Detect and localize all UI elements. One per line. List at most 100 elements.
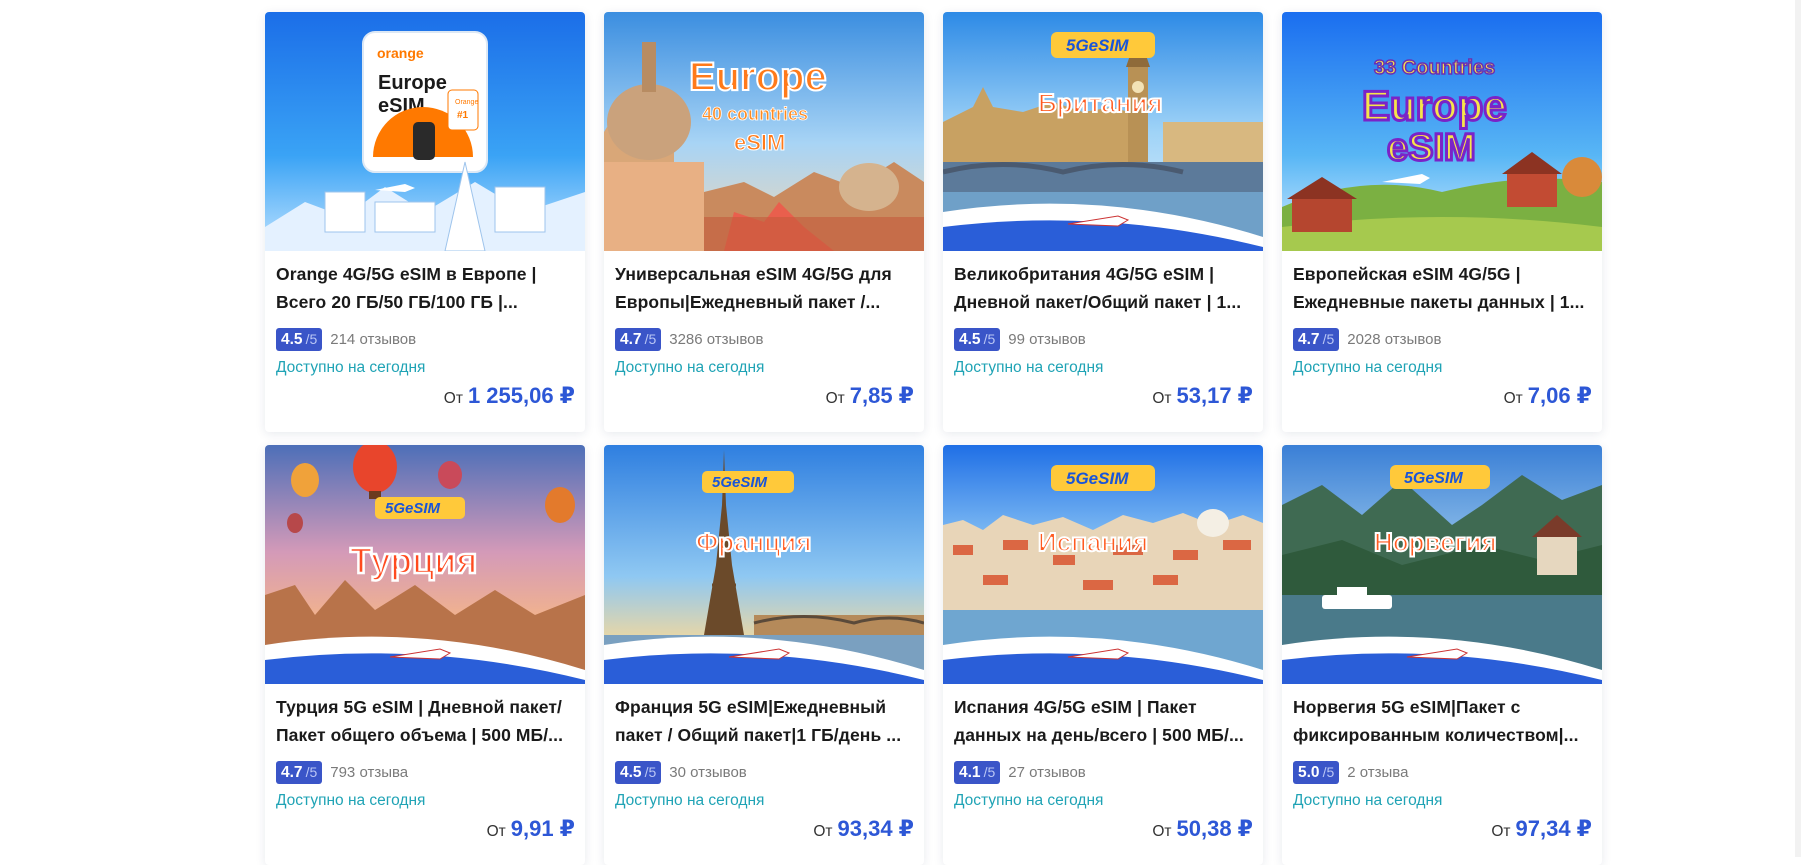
orange-europe-banner-image: orange Europe eSIM Orange #1 bbox=[265, 12, 585, 251]
rating-value: 4.7 bbox=[281, 763, 303, 781]
product-title[interactable]: Универсальная eSIM 4G/5G для Европы|Ежед… bbox=[615, 261, 914, 316]
europe-33-banner-image: 33 Countries Europe eSIM bbox=[1282, 12, 1602, 251]
product-card-europe-40[interactable]: Europe 40 countries eSIM Универсальная e… bbox=[604, 12, 924, 432]
review-count: 30 отзывов bbox=[669, 763, 747, 781]
rating-value: 4.5 bbox=[959, 330, 981, 348]
rating-badge: 4.5 /5 bbox=[615, 760, 662, 784]
rating-row: 4.1 /5 27 отзывов bbox=[954, 759, 1253, 785]
product-card-turkey[interactable]: 5GeSIM Турция Турция 5G eSIM | Дневной п… bbox=[265, 445, 585, 865]
availability-label: Доступно на сегодня bbox=[615, 792, 765, 809]
rating-row: 4.5 /5 214 отзывов bbox=[276, 326, 575, 352]
price-value: 93,34 ₽ bbox=[837, 816, 914, 841]
product-title[interactable]: Великобритания 4G/5G eSIM | Дневной паке… bbox=[954, 261, 1253, 316]
product-title[interactable]: Норвегия 5G eSIM|Пакет с фиксированным к… bbox=[1293, 694, 1592, 749]
svg-text:Europe: Europe bbox=[378, 72, 447, 94]
product-image[interactable]: orange Europe eSIM Orange #1 bbox=[265, 12, 585, 251]
rating-max: /5 bbox=[305, 763, 318, 780]
norway-banner-image: 5GeSIM Норвегия bbox=[1282, 445, 1602, 684]
price-prefix: От bbox=[1503, 390, 1523, 407]
product-grid: orange Europe eSIM Orange #1 Orange 4G/5… bbox=[265, 12, 1602, 865]
product-card-spain[interactable]: 5GeSIM Испания Испания 4G/5G eSIM | Паке… bbox=[943, 445, 1263, 865]
rating-row: 4.7 /5 3286 отзывов bbox=[615, 326, 914, 352]
product-image[interactable]: 5GeSIM Норвегия bbox=[1282, 445, 1602, 684]
availability-label: Доступно на сегодня bbox=[1293, 792, 1443, 809]
price-value: 7,06 ₽ bbox=[1527, 383, 1592, 408]
availability-label: Доступно на сегодня bbox=[276, 359, 426, 376]
price-row: От 97,34 ₽ bbox=[1491, 816, 1592, 842]
rating-value: 5.0 bbox=[1298, 763, 1320, 781]
price-prefix: От bbox=[1491, 823, 1511, 840]
price-value: 9,91 ₽ bbox=[510, 816, 575, 841]
product-image[interactable]: Europe 40 countries eSIM bbox=[604, 12, 924, 251]
product-image[interactable]: 5GeSIM Франция bbox=[604, 445, 924, 684]
price-prefix: От bbox=[1152, 823, 1172, 840]
availability-label: Доступно на сегодня bbox=[276, 792, 426, 809]
svg-text:eSIM: eSIM bbox=[1387, 127, 1476, 169]
price-row: От 50,38 ₽ bbox=[1152, 816, 1253, 842]
rating-row: 5.0 /5 2 отзыва bbox=[1293, 759, 1592, 785]
product-image[interactable]: 5GeSIM Турция bbox=[265, 445, 585, 684]
rating-badge: 4.5 /5 bbox=[954, 327, 1001, 351]
price-row: От 9,91 ₽ bbox=[487, 816, 575, 842]
rating-value: 4.5 bbox=[281, 330, 303, 348]
price-value: 53,17 ₽ bbox=[1176, 383, 1253, 408]
product-card-orange-europe[interactable]: orange Europe eSIM Orange #1 Orange 4G/5… bbox=[265, 12, 585, 432]
price-row: От 7,85 ₽ bbox=[826, 383, 914, 409]
rating-max: /5 bbox=[644, 330, 657, 347]
5gesim-badge: 5GeSIM bbox=[1404, 470, 1463, 487]
product-title[interactable]: Франция 5G eSIM|Ежедневный пакет / Общий… bbox=[615, 694, 914, 749]
rating-max: /5 bbox=[1322, 763, 1335, 780]
rating-badge: 4.1 /5 bbox=[954, 760, 1001, 784]
product-card-europe-33[interactable]: 33 Countries Europe eSIM Европейская eSI… bbox=[1282, 12, 1602, 432]
5gesim-badge: 5GeSIM bbox=[712, 474, 768, 491]
rating-row: 4.7 /5 793 отзыва bbox=[276, 759, 575, 785]
product-title[interactable]: Orange 4G/5G eSIM в Европе | Всего 20 ГБ… bbox=[276, 261, 575, 316]
product-image[interactable]: 5GeSIM Британия bbox=[943, 12, 1263, 251]
product-title[interactable]: Испания 4G/5G eSIM | Пакет данных на ден… bbox=[954, 694, 1253, 749]
availability-label: Доступно на сегодня bbox=[954, 359, 1104, 376]
price-value: 50,38 ₽ bbox=[1176, 816, 1253, 841]
svg-text:Orange: Orange bbox=[455, 99, 478, 106]
5gesim-badge: 5GeSIM bbox=[385, 500, 441, 517]
product-image[interactable]: 33 Countries Europe eSIM bbox=[1282, 12, 1602, 251]
rating-row: 4.5 /5 30 отзывов bbox=[615, 759, 914, 785]
review-count: 27 отзывов bbox=[1008, 763, 1086, 781]
product-card-britain[interactable]: 5GeSIM Британия Великобритания 4G/5G eSI… bbox=[943, 12, 1263, 432]
product-image[interactable]: 5GeSIM Испания bbox=[943, 445, 1263, 684]
rating-badge: 4.7 /5 bbox=[1293, 327, 1340, 351]
spain-banner-image: 5GeSIM Испания bbox=[943, 445, 1263, 684]
france-banner-image: 5GeSIM Франция bbox=[604, 445, 924, 684]
banner-heading: Europe bbox=[1362, 82, 1507, 129]
banner-heading: Франция bbox=[696, 527, 811, 557]
rating-badge: 5.0 /5 bbox=[1293, 760, 1340, 784]
price-prefix: От bbox=[443, 390, 463, 407]
rating-row: 4.5 /5 99 отзывов bbox=[954, 326, 1253, 352]
review-count: 2 отзыва bbox=[1347, 763, 1409, 781]
rating-max: /5 bbox=[983, 763, 996, 780]
rating-max: /5 bbox=[644, 763, 657, 780]
price-prefix: От bbox=[486, 823, 506, 840]
svg-text:40 countries: 40 countries bbox=[702, 104, 808, 124]
product-card-norway[interactable]: 5GeSIM Норвегия Норвегия 5G eSIM|Пакет с… bbox=[1282, 445, 1602, 865]
turkey-banner-image: 5GeSIM Турция bbox=[265, 445, 585, 684]
rating-value: 4.7 bbox=[620, 330, 642, 348]
price-value: 97,34 ₽ bbox=[1515, 816, 1592, 841]
availability-label: Доступно на сегодня bbox=[1293, 359, 1443, 376]
price-row: От 1 255,06 ₽ bbox=[444, 383, 575, 409]
review-count: 793 отзыва bbox=[330, 763, 409, 781]
product-title[interactable]: Турция 5G eSIM | Дневной пакет/Пакет общ… bbox=[276, 694, 575, 749]
product-title[interactable]: Европейская eSIM 4G/5G | Ежедневные паке… bbox=[1293, 261, 1592, 316]
banner-heading: Europe bbox=[689, 55, 827, 99]
product-card-france[interactable]: 5GeSIM Франция Франция 5G eSIM|Ежедневны… bbox=[604, 445, 924, 865]
review-count: 3286 отзывов bbox=[669, 330, 764, 348]
availability-label: Доступно на сегодня bbox=[954, 792, 1104, 809]
availability-label: Доступно на сегодня bbox=[615, 359, 765, 376]
rating-value: 4.7 bbox=[1298, 330, 1320, 348]
banner-heading: Британия bbox=[1038, 88, 1163, 118]
price-row: От 7,06 ₽ bbox=[1504, 383, 1592, 409]
price-value: 7,85 ₽ bbox=[849, 383, 914, 408]
page-scrollbar[interactable] bbox=[1795, 0, 1801, 857]
rating-badge: 4.7 /5 bbox=[615, 327, 662, 351]
rating-badge: 4.5 /5 bbox=[276, 327, 323, 351]
banner-heading: Турция bbox=[350, 540, 477, 581]
